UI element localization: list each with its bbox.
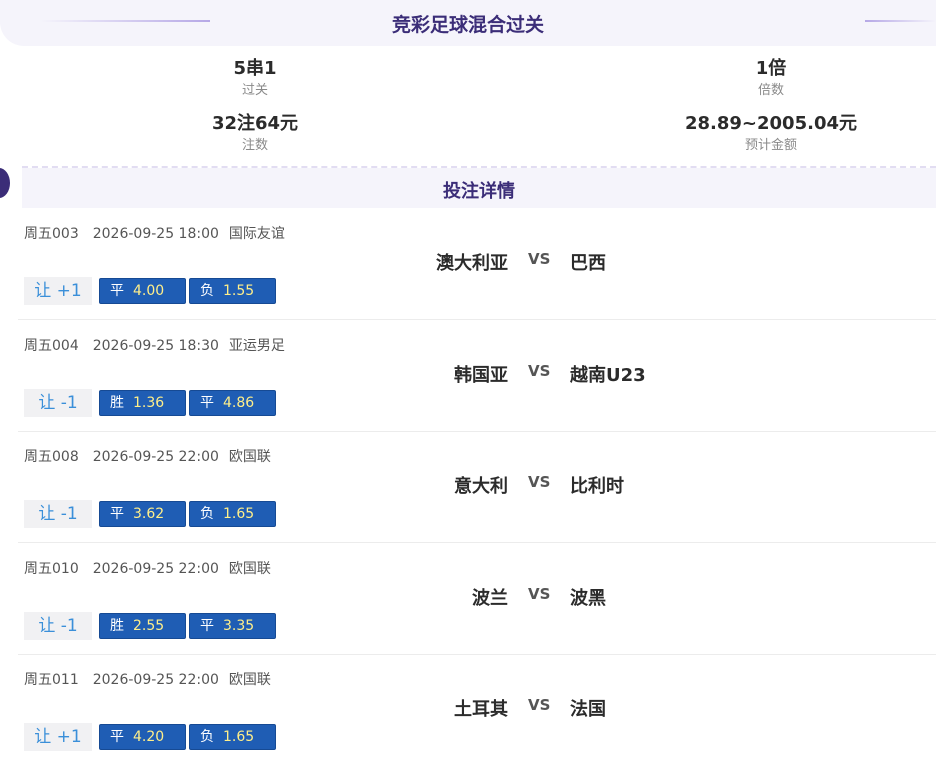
vs-label: VS xyxy=(528,250,551,268)
multiplier-value: 1倍 xyxy=(755,58,787,79)
odds-label: 平 xyxy=(200,395,214,411)
handicap-badge: 让 -1 xyxy=(24,389,92,417)
away-team: 巴西 xyxy=(570,253,606,274)
bets-label: 注数 xyxy=(241,138,268,153)
odds-selection[interactable]: 平 3.35 xyxy=(189,613,276,639)
match-datetime: 2026-09-25 22:00 xyxy=(92,561,219,577)
prize-label: 预计金额 xyxy=(744,138,797,153)
odds-value: 1.65 xyxy=(223,506,255,522)
odds-label: 平 xyxy=(110,506,124,522)
multiplier-label: 倍数 xyxy=(757,83,784,98)
prize-stat: 28.89~2005.04元 预计金额 xyxy=(651,113,891,155)
bets-value: 32注64元 xyxy=(211,113,299,134)
home-team: 意大利 xyxy=(454,476,508,497)
odds-label: 负 xyxy=(200,729,214,745)
vs-label: VS xyxy=(528,473,551,491)
away-team: 比利时 xyxy=(570,476,624,497)
odds-value: 1.55 xyxy=(223,283,255,299)
odds-value: 2.55 xyxy=(133,618,165,634)
odds-selection[interactable]: 胜 1.36 xyxy=(99,390,186,416)
match-card: 周五004 2026-09-25 18:30 亚运男足 韩国亚 VS 越南U23 让… xyxy=(18,321,936,432)
handicap-badge: 让 +1 xyxy=(24,277,92,305)
away-team: 波黑 xyxy=(570,588,606,609)
match-code: 周五011 xyxy=(24,672,79,688)
odds-selection[interactable]: 平 4.20 xyxy=(99,724,186,750)
odds-label: 负 xyxy=(200,506,214,522)
match-card: 周五011 2026-09-25 22:00 欧国联 土耳其 VS 法国 让 +1 … xyxy=(18,655,936,757)
odds-label: 平 xyxy=(110,729,124,745)
match-league: 国际友谊 xyxy=(228,226,285,242)
vs-label: VS xyxy=(528,696,551,714)
page-title: 竞彩足球混合过关 xyxy=(391,14,544,36)
pass-type-stat: 5串1 过关 xyxy=(135,58,375,100)
odds-value: 3.62 xyxy=(133,506,165,522)
vs-label: VS xyxy=(528,585,551,603)
plan-header: 竞彩足球混合过关 xyxy=(0,0,936,46)
odds-selection[interactable]: 平 3.62 xyxy=(99,501,186,527)
match-meta: 周五003 2026-09-25 18:00 国际友谊 xyxy=(24,223,285,243)
odds-value: 4.00 xyxy=(133,283,165,299)
away-team: 越南U23 xyxy=(570,365,646,386)
odds-value: 4.86 xyxy=(223,395,255,411)
multiplier-stat: 1倍 倍数 xyxy=(651,58,891,100)
handicap-badge: 让 -1 xyxy=(24,500,92,528)
header-decor-line-right xyxy=(865,20,936,22)
prize-value: 28.89~2005.04元 xyxy=(684,113,857,134)
odds-value: 1.65 xyxy=(223,729,255,745)
odds-label: 平 xyxy=(110,283,124,299)
details-header: 投注详情 xyxy=(22,168,936,208)
odds-selection[interactable]: 负 1.55 xyxy=(189,278,276,304)
match-meta: 周五008 2026-09-25 22:00 欧国联 xyxy=(24,446,271,466)
match-card: 周五008 2026-09-25 22:00 欧国联 意大利 VS 比利时 让 -1… xyxy=(18,432,936,543)
home-team: 波兰 xyxy=(472,588,508,609)
match-code: 周五010 xyxy=(24,561,79,577)
odds-selection[interactable]: 负 1.65 xyxy=(189,501,276,527)
match-meta: 周五011 2026-09-25 22:00 欧国联 xyxy=(24,669,271,689)
handicap-badge: 让 +1 xyxy=(24,723,92,751)
home-team: 土耳其 xyxy=(454,699,508,720)
odds-value: 1.36 xyxy=(133,395,165,411)
odds-label: 胜 xyxy=(110,395,124,411)
odds-selection[interactable]: 平 4.00 xyxy=(99,278,186,304)
away-team: 法国 xyxy=(570,699,606,720)
odds-label: 负 xyxy=(200,283,214,299)
pass-type-label: 过关 xyxy=(241,83,268,98)
details-title: 投注详情 xyxy=(443,181,515,202)
match-meta: 周五010 2026-09-25 22:00 欧国联 xyxy=(24,558,271,578)
match-code: 周五008 xyxy=(24,449,79,465)
match-code: 周五004 xyxy=(24,338,79,354)
odds-value: 4.20 xyxy=(133,729,165,745)
bets-stat: 32注64元 注数 xyxy=(135,113,375,155)
match-league: 欧国联 xyxy=(228,672,271,688)
side-decor-dot xyxy=(0,168,10,198)
match-league: 亚运男足 xyxy=(228,338,285,354)
match-card: 周五003 2026-09-25 18:00 国际友谊 澳大利亚 VS 巴西 让 +… xyxy=(18,209,936,320)
match-datetime: 2026-09-25 22:00 xyxy=(92,672,219,688)
odds-value: 3.35 xyxy=(223,618,255,634)
match-datetime: 2026-09-25 18:30 xyxy=(92,338,219,354)
home-team: 澳大利亚 xyxy=(436,253,508,274)
odds-selection[interactable]: 负 1.65 xyxy=(189,724,276,750)
odds-selection[interactable]: 胜 2.55 xyxy=(99,613,186,639)
odds-label: 胜 xyxy=(110,618,124,634)
match-league: 欧国联 xyxy=(228,449,271,465)
match-datetime: 2026-09-25 18:00 xyxy=(92,226,219,242)
match-code: 周五003 xyxy=(24,226,79,242)
match-meta: 周五004 2026-09-25 18:30 亚运男足 xyxy=(24,335,285,355)
match-datetime: 2026-09-25 22:00 xyxy=(92,449,219,465)
pass-type-value: 5串1 xyxy=(233,58,277,79)
odds-selection[interactable]: 平 4.86 xyxy=(189,390,276,416)
match-league: 欧国联 xyxy=(228,561,271,577)
match-card: 周五010 2026-09-25 22:00 欧国联 波兰 VS 波黑 让 -1 胜… xyxy=(18,544,936,655)
vs-label: VS xyxy=(528,362,551,380)
home-team: 韩国亚 xyxy=(454,365,508,386)
handicap-badge: 让 -1 xyxy=(24,612,92,640)
odds-label: 平 xyxy=(200,618,214,634)
